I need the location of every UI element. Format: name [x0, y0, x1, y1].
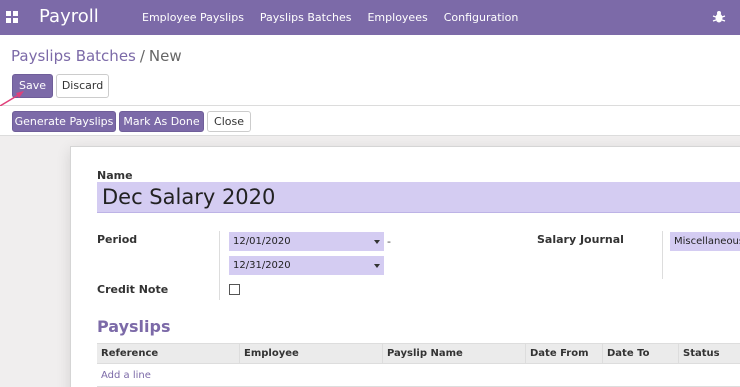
pointer-arrow-icon — [0, 91, 24, 107]
bug-icon[interactable] — [712, 10, 726, 24]
menu-employee-payslips[interactable]: Employee Payslips — [134, 11, 252, 24]
breadcrumb: Payslips Batches / New — [11, 47, 182, 65]
credit-note-label: Credit Note — [97, 283, 169, 296]
period-label: Period — [97, 233, 138, 246]
menu-employees[interactable]: Employees — [359, 11, 435, 24]
credit-note-checkbox[interactable] — [229, 284, 240, 295]
period-divider — [219, 231, 220, 283]
column-date-to[interactable]: Date To — [603, 344, 679, 364]
breadcrumb-current: New — [148, 47, 182, 65]
status-bar: Generate Payslips Mark As Done Close — [0, 106, 740, 136]
name-label: Name — [97, 169, 133, 182]
caret-down-icon — [374, 240, 380, 244]
discard-button[interactable]: Discard — [56, 74, 109, 98]
app-name[interactable]: Payroll — [39, 6, 99, 27]
period-end-select[interactable]: 12/31/2020 — [229, 256, 384, 275]
salary-journal-label: Salary Journal — [537, 233, 624, 246]
breadcrumb-separator: / — [139, 47, 145, 65]
apps-grid-icon[interactable] — [6, 11, 18, 23]
top-navbar: Payroll Employee Payslips Payslips Batch… — [0, 0, 740, 35]
control-panel: Payslips Batches / New Save Discard — [0, 35, 740, 106]
period-start-value: 12/01/2020 — [233, 236, 291, 247]
breadcrumb-parent[interactable]: Payslips Batches — [11, 47, 136, 65]
column-status[interactable]: Status — [679, 344, 740, 364]
salary-journal-select[interactable]: Miscellaneous — [670, 232, 740, 251]
menu-configuration[interactable]: Configuration — [436, 11, 527, 24]
payslips-table-header: Reference Employee Payslip Name Date Fro… — [97, 343, 740, 364]
form-sheet: Name Dec Salary 2020 Period 12/01/2020 -… — [70, 146, 740, 387]
column-date-from[interactable]: Date From — [526, 344, 603, 364]
payslips-section-title: Payslips — [97, 317, 171, 336]
period-start-select[interactable]: 12/01/2020 — [229, 232, 384, 251]
credit-note-divider — [219, 280, 220, 300]
name-input[interactable]: Dec Salary 2020 — [97, 182, 740, 213]
column-payslip-name[interactable]: Payslip Name — [383, 344, 526, 364]
journal-divider — [662, 231, 663, 279]
top-menu: Employee Payslips Payslips Batches Emplo… — [134, 11, 526, 24]
column-reference[interactable]: Reference — [97, 344, 240, 364]
period-end-value: 12/31/2020 — [233, 260, 291, 271]
add-a-line-link[interactable]: Add a line — [101, 370, 151, 381]
close-button[interactable]: Close — [207, 111, 251, 132]
menu-payslips-batches[interactable]: Payslips Batches — [252, 11, 360, 24]
mark-as-done-button[interactable]: Mark As Done — [119, 111, 204, 132]
generate-payslips-button[interactable]: Generate Payslips — [12, 111, 116, 132]
caret-down-icon — [374, 264, 380, 268]
period-separator: - — [387, 235, 391, 248]
column-employee[interactable]: Employee — [240, 344, 383, 364]
